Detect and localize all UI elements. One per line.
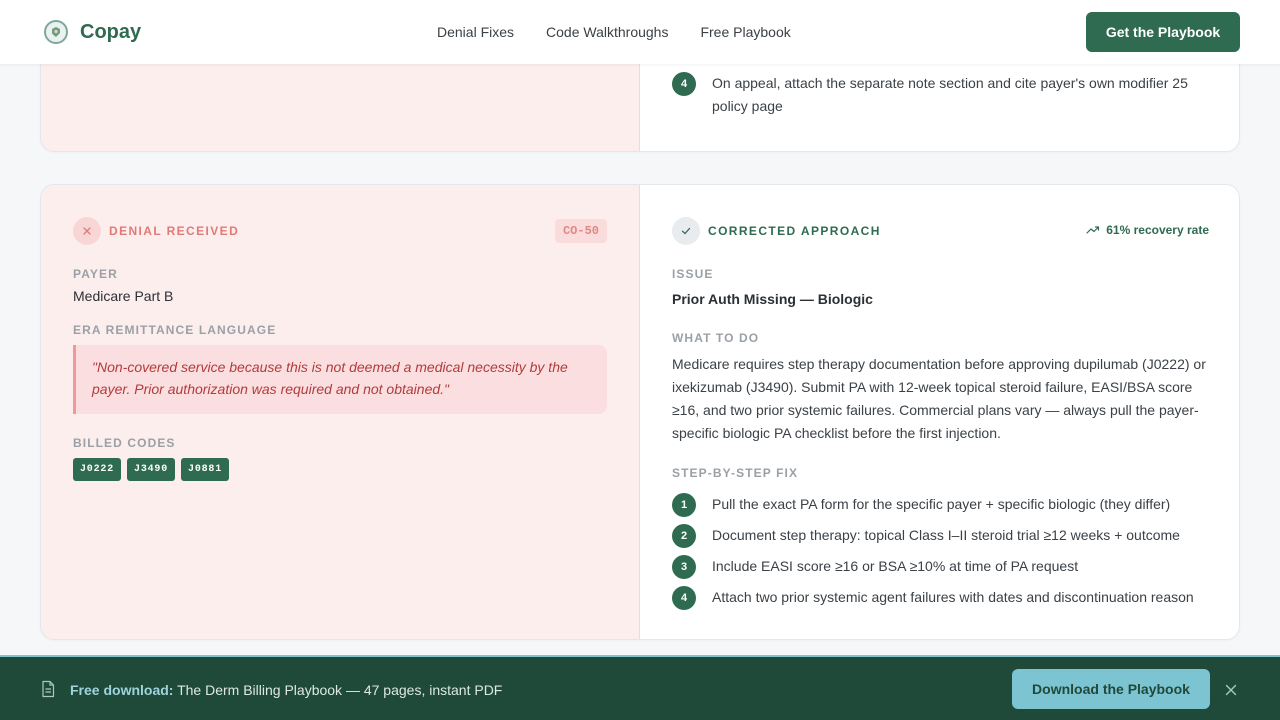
nav-link-free-playbook[interactable]: Free Playbook: [684, 22, 806, 42]
check-circle-icon: [672, 217, 700, 245]
step-item: 1 Pull the exact PA form for the specifi…: [672, 493, 1212, 517]
trending-up-icon: [1086, 226, 1100, 234]
download-text: Free download: The Derm Billing Playbook…: [70, 682, 502, 698]
nav-link-denial-fixes[interactable]: Denial Fixes: [421, 22, 530, 42]
step-number: 4: [672, 72, 696, 96]
step-by-step-label: STEP-BY-STEP FIX: [672, 466, 799, 480]
denial-code-badge: CO-50: [554, 219, 607, 243]
step-text: Pull the exact PA form for the specific …: [712, 496, 1171, 512]
payer-value: Medicare Part B: [73, 288, 174, 304]
denial-panel: DENIAL RECEIVED CO-50 PAYER Medicare Par…: [41, 185, 640, 639]
download-banner: Free download: The Derm Billing Playbook…: [0, 655, 1280, 720]
step-item: 3 Include EASI score ≥16 or BSA ≥10% at …: [672, 555, 1212, 579]
download-bold-text: Free download:: [70, 682, 174, 698]
step-text: On appeal, attach the separate note sect…: [712, 75, 1188, 114]
code-chip: J0222: [73, 458, 122, 481]
era-label: ERA REMITTANCE LANGUAGE: [73, 323, 277, 337]
brand-logo-icon: [44, 20, 68, 44]
step-text: Document step therapy: topical Class I–I…: [712, 527, 1180, 543]
brand-name: Copay: [80, 20, 142, 43]
step-number: 3: [672, 555, 696, 579]
corrected-label: CORRECTED APPROACH: [708, 224, 881, 238]
denial-label: DENIAL RECEIVED: [109, 224, 240, 238]
document-icon: [40, 680, 56, 703]
recovery-rate: 61% recovery rate: [1086, 223, 1209, 237]
step-number: 1: [672, 493, 696, 517]
billed-codes-list: J0222 J3490 J0881: [73, 458, 230, 481]
payer-label: PAYER: [73, 267, 118, 281]
corrected-panel: CORRECTED APPROACH 61% recovery rate ISS…: [640, 185, 1239, 639]
denial-header: DENIAL RECEIVED: [73, 217, 239, 245]
denial-card: DENIAL RECEIVED CO-50 PAYER Medicare Par…: [40, 184, 1240, 640]
nav-link-code-walkthroughs[interactable]: Code Walkthroughs: [530, 22, 684, 42]
step-number: 2: [672, 524, 696, 548]
step-item: 2 Document step therapy: topical Class I…: [672, 524, 1212, 548]
close-icon[interactable]: [1222, 681, 1240, 699]
previous-step-list: 4 On appeal, attach the separate note se…: [672, 72, 1212, 126]
download-playbook-button[interactable]: Download the Playbook: [1012, 669, 1210, 709]
code-chip: J3490: [127, 458, 176, 481]
recovery-rate-text: 61% recovery rate: [1106, 223, 1209, 237]
what-to-do-text: Medicare requires step therapy documenta…: [672, 356, 1206, 441]
issue-title: Prior Auth Missing — Biologic: [672, 291, 873, 307]
step-text: Include EASI score ≥16 or BSA ≥10% at ti…: [712, 558, 1079, 574]
step-text: Attach two prior systemic agent failures…: [712, 589, 1194, 605]
what-to-do-label: WHAT TO DO: [672, 331, 760, 345]
issue-label: ISSUE: [672, 267, 714, 281]
x-circle-icon: [73, 217, 101, 245]
era-remittance-quote: "Non-covered service because this is not…: [73, 345, 607, 414]
get-playbook-button[interactable]: Get the Playbook: [1086, 12, 1240, 52]
top-nav: Copay Denial Fixes Code Walkthroughs Fre…: [0, 0, 1280, 64]
step-item: 4 Attach two prior systemic agent failur…: [672, 586, 1212, 610]
billed-codes-label: BILLED CODES: [73, 436, 176, 450]
step-list: 1 Pull the exact PA form for the specifi…: [672, 493, 1212, 617]
step-number: 4: [672, 586, 696, 610]
brand[interactable]: Copay: [44, 18, 141, 46]
code-chip: J0881: [181, 458, 230, 481]
corrected-header: CORRECTED APPROACH: [672, 217, 881, 245]
download-description: The Derm Billing Playbook — 47 pages, in…: [177, 682, 503, 698]
nav-links: Denial Fixes Code Walkthroughs Free Play…: [421, 22, 807, 42]
step-item: 4 On appeal, attach the separate note se…: [672, 72, 1212, 118]
